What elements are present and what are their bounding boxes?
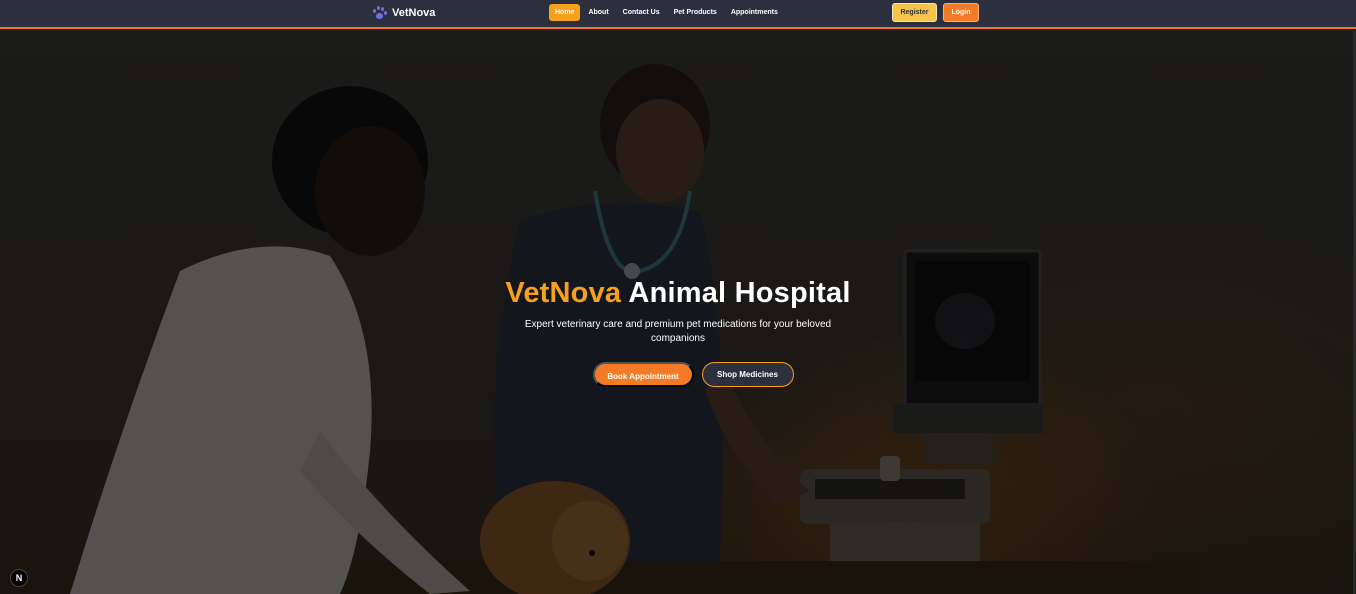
hero-subtitle: Expert veterinary care and premium pet m… — [524, 319, 832, 344]
brand-name: VetNova — [392, 7, 436, 19]
nav-contact-us[interactable]: Contact Us — [617, 4, 666, 21]
shop-medicines-button[interactable]: Shop Medicines — [701, 362, 794, 387]
main-nav: Home About Contact Us Pet Products Appoi… — [549, 4, 786, 21]
hero-title-rest: Animal Hospital — [621, 277, 851, 309]
top-navbar: VetNova Home About Contact Us Pet Produc… — [0, 0, 1356, 29]
nav-appointments[interactable]: Appointments — [725, 4, 784, 21]
login-button[interactable]: Login — [943, 3, 979, 22]
paw-icon — [372, 6, 387, 20]
hero-title: VetNova Animal Hospital — [0, 277, 1356, 310]
hero-buttons: Book Appointment Shop Medicines — [0, 362, 1356, 387]
brand-logo[interactable]: VetNova — [372, 6, 435, 20]
nav-home[interactable]: Home — [549, 4, 581, 21]
nav-pet-products[interactable]: Pet Products — [668, 4, 723, 21]
hero-title-accent: VetNova — [505, 277, 622, 309]
hero-section: VetNova Animal Hospital Expert veterinar… — [0, 31, 1356, 594]
register-button[interactable]: Register — [892, 3, 937, 22]
dev-indicator-badge[interactable]: N — [10, 569, 28, 587]
nav-about[interactable]: About — [582, 4, 614, 21]
hero-content: VetNova Animal Hospital Expert veterinar… — [0, 277, 1356, 387]
book-appointment-button[interactable]: Book Appointment — [592, 362, 694, 387]
